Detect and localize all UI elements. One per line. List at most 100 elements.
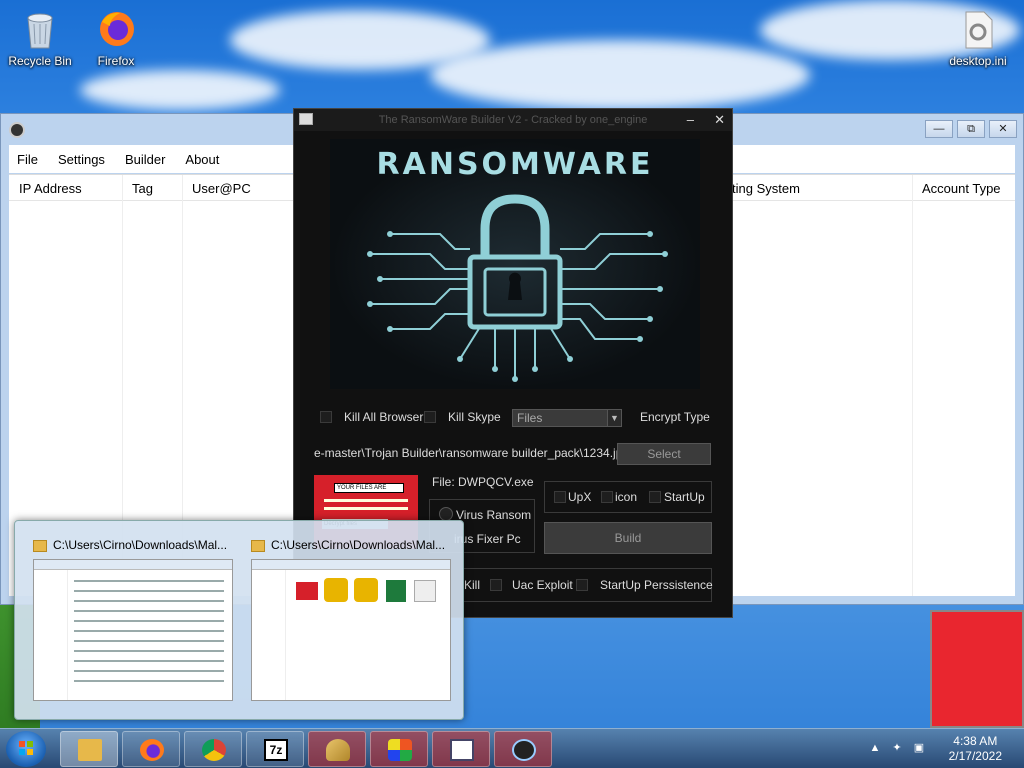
desktop-icon-label: Recycle Bin bbox=[8, 54, 72, 68]
menu-builder[interactable]: Builder bbox=[125, 152, 165, 167]
background-red-window[interactable] bbox=[930, 610, 1024, 728]
7zip-icon: 7z bbox=[264, 739, 288, 761]
desktop-icon-firefox[interactable]: Firefox bbox=[80, 8, 152, 68]
lock-file-icon bbox=[324, 578, 348, 602]
tray-app-icon[interactable]: ✦ bbox=[890, 741, 904, 755]
close-button[interactable]: ✕ bbox=[714, 109, 725, 131]
output-file-label: File: DWPQCV.exe bbox=[432, 475, 534, 489]
list-item bbox=[74, 670, 224, 672]
maximize-button[interactable]: ⧉ bbox=[957, 120, 985, 138]
encrypt-type-label: Encrypt Type bbox=[640, 410, 710, 424]
clock-date: 2/17/2022 bbox=[948, 749, 1002, 763]
recycle-bin-icon bbox=[20, 8, 60, 50]
file-explorer-icon bbox=[78, 739, 102, 761]
desktop-icon-desktop-ini[interactable]: desktop.ini bbox=[938, 8, 1018, 68]
chevron-down-icon: ▼ bbox=[607, 410, 621, 426]
list-item bbox=[74, 580, 224, 582]
menu-about[interactable]: About bbox=[185, 152, 219, 167]
file-icon bbox=[414, 580, 436, 602]
close-button[interactable]: ✕ bbox=[989, 120, 1017, 138]
startup-persistence-checkbox[interactable] bbox=[576, 579, 588, 591]
kill-all-browser-checkbox[interactable] bbox=[320, 411, 332, 423]
taskbar: 7z ▲ ✦ ▣ 4:38 AM 2/17/2022 bbox=[0, 728, 1024, 768]
taskbar-window-app[interactable] bbox=[432, 731, 490, 767]
settings-file-icon bbox=[958, 8, 998, 50]
cloud bbox=[430, 40, 810, 110]
kill-skype-label: Kill Skype bbox=[448, 410, 501, 424]
minimize-button[interactable]: — bbox=[925, 120, 953, 138]
taskbar-paint-app[interactable] bbox=[370, 731, 428, 767]
startup-label: StartUp bbox=[664, 490, 705, 504]
taskbar-keys-app[interactable] bbox=[308, 731, 366, 767]
taskbar-chrome[interactable] bbox=[184, 731, 242, 767]
desktop-icon-label: Firefox bbox=[97, 54, 135, 68]
preview-screenshot bbox=[33, 559, 233, 701]
virus-ransom-label: Virus Ransom bbox=[456, 508, 532, 522]
column-tag[interactable]: Tag bbox=[132, 181, 153, 196]
builder-titlebar[interactable]: The RansomWare Builder V2 - Cracked by o… bbox=[294, 109, 732, 131]
clock[interactable]: 4:38 AM 2/17/2022 bbox=[949, 734, 1002, 764]
desktop-icon-recycle-bin[interactable]: Recycle Bin bbox=[4, 8, 76, 68]
column-ip-address[interactable]: IP Address bbox=[19, 181, 82, 196]
preview-sidebar bbox=[252, 570, 286, 700]
encrypt-type-select[interactable]: Files ▼ bbox=[512, 409, 622, 427]
ransomware-banner: RANSOMWARE bbox=[330, 139, 700, 389]
column-operating-system[interactable]: ting System bbox=[732, 181, 800, 196]
taskbar-file-explorer[interactable] bbox=[60, 731, 118, 767]
builder-title: The RansomWare Builder V2 - Cracked by o… bbox=[378, 114, 648, 126]
startup-checkbox[interactable] bbox=[649, 491, 661, 503]
kill-label: Kill bbox=[464, 578, 481, 592]
minimize-button[interactable]: – bbox=[687, 109, 694, 131]
list-item bbox=[74, 640, 224, 642]
preview-caption: C:\Users\Cirno\Downloads\Mal... bbox=[247, 533, 459, 557]
selected-file-path: e-master\Trojan Builder\ransomware build… bbox=[314, 446, 630, 460]
windows-logo-icon bbox=[19, 741, 33, 755]
network-icon[interactable]: ▣ bbox=[912, 741, 926, 755]
virus-ransom-radio[interactable] bbox=[439, 507, 453, 521]
image-file-icon bbox=[296, 582, 318, 600]
system-tray: ▲ ✦ ▣ 4:38 AM 2/17/2022 bbox=[854, 729, 1024, 768]
preview-sidebar bbox=[34, 570, 68, 700]
firefox-icon bbox=[140, 739, 164, 761]
column-account-type[interactable]: Account Type bbox=[922, 181, 1001, 196]
window-app-icon bbox=[299, 113, 313, 125]
excel-file-icon bbox=[386, 580, 406, 602]
icon-label: icon bbox=[615, 490, 638, 504]
cloud bbox=[80, 70, 280, 110]
folder-icon bbox=[33, 539, 47, 552]
paint-icon bbox=[388, 739, 412, 761]
kill-skype-checkbox[interactable] bbox=[424, 411, 436, 423]
keys-icon bbox=[326, 739, 350, 761]
preview-window[interactable]: C:\Users\Cirno\Downloads\Mal... bbox=[247, 533, 459, 713]
build-button[interactable]: Build bbox=[544, 522, 712, 554]
startup-persistence-label: StartUp Perssistence bbox=[600, 578, 713, 592]
upx-checkbox[interactable] bbox=[554, 491, 566, 503]
preview-window[interactable]: C:\Users\Cirno\Downloads\Mal... bbox=[29, 533, 241, 713]
taskbar-thumbnail-preview: C:\Users\Cirno\Downloads\Mal... C:\Users… bbox=[14, 520, 464, 720]
padlock-circuit-icon bbox=[367, 194, 668, 382]
lock-file-icon bbox=[354, 578, 378, 602]
taskbar-firefox[interactable] bbox=[122, 731, 180, 767]
uac-exploit-label: Uac Exploit bbox=[512, 578, 573, 592]
show-hidden-icons-icon[interactable]: ▲ bbox=[868, 741, 882, 755]
clock-time: 4:38 AM bbox=[953, 734, 998, 748]
icon-checkbox[interactable] bbox=[601, 491, 613, 503]
uac-exploit-checkbox[interactable] bbox=[490, 579, 502, 591]
folder-icon bbox=[251, 539, 265, 552]
list-item bbox=[74, 630, 224, 632]
select-button[interactable]: Select bbox=[617, 443, 711, 465]
menu-settings[interactable]: Settings bbox=[58, 152, 105, 167]
list-item bbox=[74, 590, 224, 592]
list-item bbox=[74, 610, 224, 612]
encrypt-type-value: Files bbox=[517, 411, 543, 425]
taskbar-builder-app[interactable] bbox=[494, 731, 552, 767]
menu-file[interactable]: File bbox=[17, 152, 38, 167]
start-button[interactable] bbox=[6, 731, 46, 767]
preview-caption-text: C:\Users\Cirno\Downloads\Mal... bbox=[271, 538, 446, 552]
window-app-icon bbox=[450, 739, 474, 761]
app-icon bbox=[9, 122, 25, 138]
column-user-pc[interactable]: User@PC bbox=[192, 181, 251, 196]
upx-label: UpX bbox=[568, 490, 592, 504]
taskbar-7zip[interactable]: 7z bbox=[246, 731, 304, 767]
list-item bbox=[74, 680, 224, 682]
